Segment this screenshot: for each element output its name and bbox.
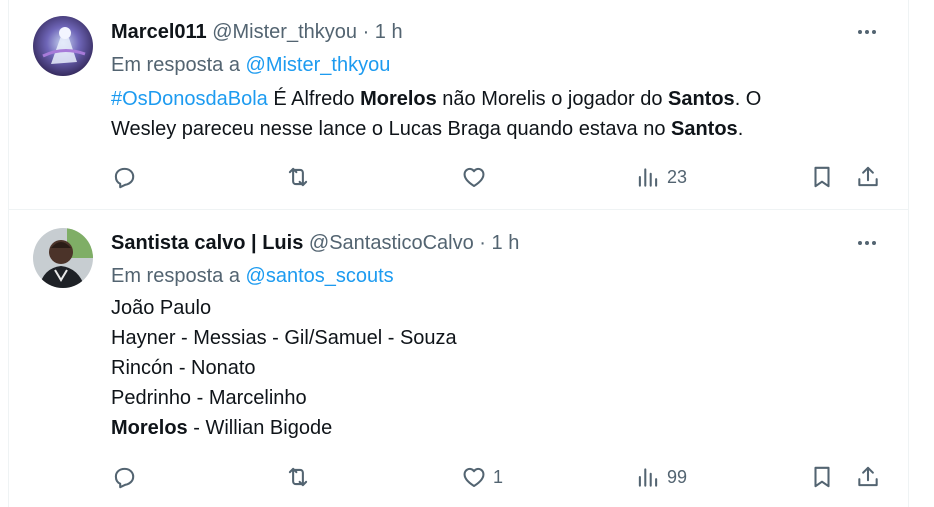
like-icon: [463, 167, 485, 188]
handle[interactable]: @SantasticoCalvo: [309, 232, 474, 254]
text-run: Hayner - Messias - Gil/Samuel - Souza: [111, 327, 457, 349]
avatar[interactable]: [33, 16, 93, 76]
like-icon: [463, 467, 485, 488]
reply-prefix: Em resposta a: [111, 265, 240, 287]
text-run: Pedrinho - Marcelinho: [111, 387, 307, 409]
tweet-text-line: Morelos - Willian Bigode: [111, 413, 881, 443]
reply-button[interactable]: [111, 462, 143, 492]
separator: ·: [362, 21, 370, 43]
tweet-text-line: Hayner - Messias - Gil/Samuel - Souza: [111, 323, 881, 353]
reply-context: Em resposta a @santos_scouts: [111, 264, 394, 288]
text-run: . O: [734, 88, 762, 110]
timestamp[interactable]: 1 h: [492, 232, 520, 254]
share-icon: [858, 466, 878, 487]
tweet-text-line: Pedrinho - Marcelinho: [111, 383, 881, 413]
bookmark-button[interactable]: [809, 462, 835, 492]
reply-context: Em resposta a @Mister_thkyou: [111, 53, 390, 77]
action-bar: 1 99: [9, 462, 908, 492]
bold-text: Morelos: [111, 417, 188, 439]
tweet[interactable]: Marcel011 @Mister_thkyou · 1 h Em respos…: [9, 0, 908, 210]
display-name[interactable]: Marcel011: [111, 21, 207, 43]
views-count: 99: [667, 466, 688, 487]
text-run: Rincón - Nonato: [111, 357, 256, 379]
tweet-text-line: #OsDonosdaBola É Alfredo Morelos não Mor…: [111, 84, 881, 114]
hashtag-link[interactable]: #OsDonosdaBola: [111, 88, 268, 110]
tweet-header: Marcel011 @Mister_thkyou · 1 h: [111, 20, 403, 44]
text-run: João Paulo: [111, 297, 212, 319]
text-run: - Willian Bigode: [187, 417, 333, 439]
share-button[interactable]: [855, 462, 881, 492]
bold-text: Morelos: [360, 88, 437, 110]
more-icon[interactable]: [854, 231, 880, 255]
reply-prefix: Em resposta a: [111, 54, 240, 76]
action-bar: 23: [9, 162, 908, 192]
text-run: Wesley pareceu nesse lance o Lucas Braga…: [111, 118, 671, 140]
bookmark-icon: [814, 466, 830, 488]
display-name[interactable]: Santista calvo | Luis: [111, 232, 303, 254]
timestamp[interactable]: 1 h: [375, 21, 403, 43]
retweet-icon: [288, 467, 308, 487]
views-icon: [638, 468, 658, 487]
more-icon[interactable]: [854, 20, 880, 44]
like-count: 1: [493, 466, 504, 487]
tweet-text: João Paulo Hayner - Messias - Gil/Samuel …: [111, 293, 881, 443]
views-icon: [638, 168, 658, 187]
tweet-text-line: João Paulo: [111, 293, 881, 323]
timeline: Marcel011 @Mister_thkyou · 1 h Em respos…: [0, 0, 909, 507]
text-run: .: [737, 118, 744, 140]
text-run: É Alfredo: [267, 88, 361, 110]
bold-text: Santos: [668, 88, 735, 110]
retweet-button[interactable]: [285, 462, 317, 492]
tweet-text-line: Rincón - Nonato: [111, 353, 881, 383]
tweet-text-line: Wesley pareceu nesse lance o Lucas Braga…: [111, 114, 881, 144]
views-count: 23: [667, 166, 688, 187]
retweet-icon: [288, 167, 308, 187]
text-run: não Morelis o jogador do: [436, 88, 668, 110]
like-button[interactable]: 1: [461, 462, 503, 492]
bookmark-button[interactable]: [809, 162, 835, 192]
separator: ·: [479, 232, 486, 254]
views-button[interactable]: 99: [635, 462, 687, 492]
handle[interactable]: @Mister_thkyou: [212, 21, 357, 43]
retweet-button[interactable]: [285, 162, 317, 192]
reply-icon: [114, 467, 135, 489]
reply-icon: [114, 167, 135, 189]
bookmark-icon: [814, 166, 830, 188]
share-button[interactable]: [855, 162, 881, 192]
reply-handle-link[interactable]: @Mister_thkyou: [246, 54, 391, 76]
tweet-text: #OsDonosdaBola É Alfredo Morelos não Mor…: [111, 84, 881, 144]
reply-handle-link[interactable]: @santos_scouts: [246, 265, 394, 287]
like-button[interactable]: [461, 162, 493, 192]
reply-button[interactable]: [111, 162, 143, 192]
share-icon: [858, 166, 878, 187]
tweet[interactable]: Santista calvo | Luis @SantasticoCalvo ·…: [9, 210, 908, 507]
views-button[interactable]: 23: [635, 162, 687, 192]
tweet-header: Santista calvo | Luis @SantasticoCalvo ·…: [111, 231, 519, 255]
avatar[interactable]: [33, 228, 93, 288]
bold-text: Santos: [671, 118, 738, 140]
